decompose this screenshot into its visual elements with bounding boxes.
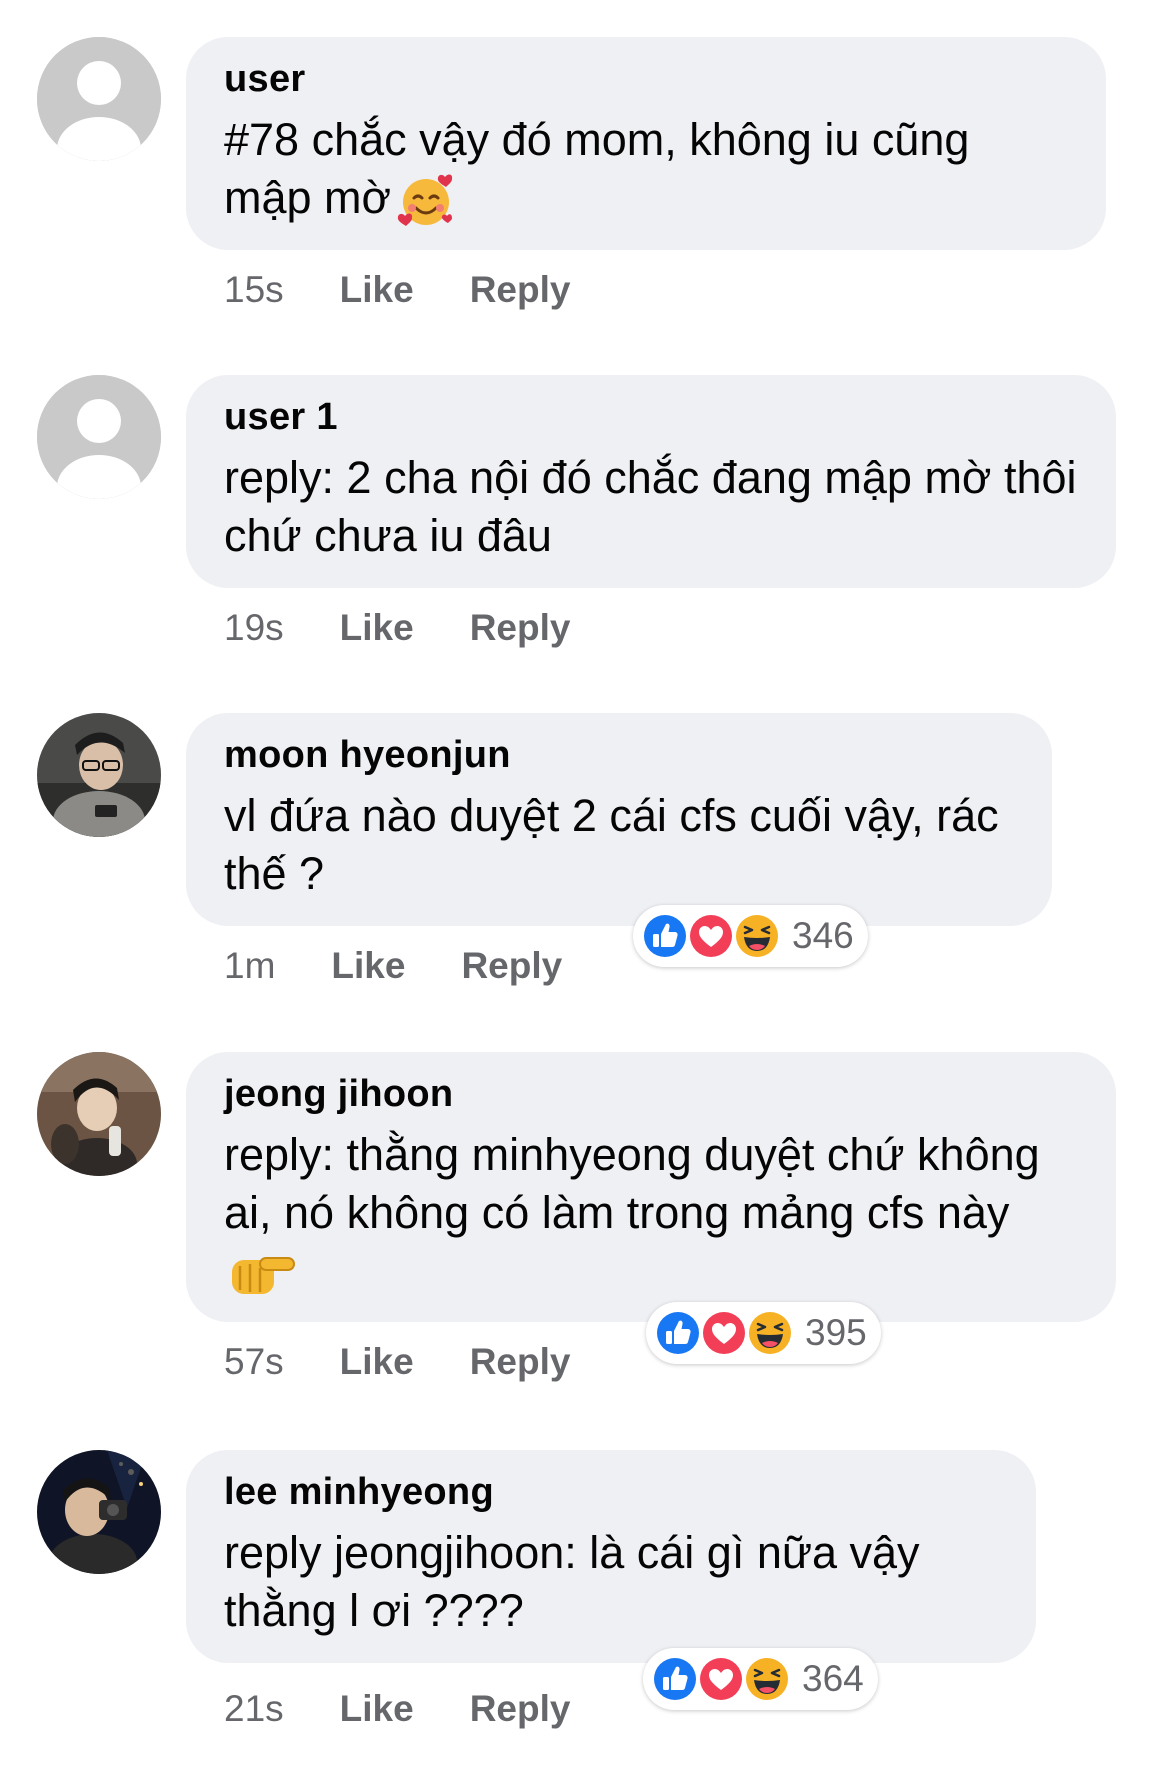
comment-text-content: reply: thằng minhyeong duyệt chứ không a… xyxy=(224,1129,1040,1238)
user-avatar[interactable] xyxy=(37,713,161,837)
reaction-count: 395 xyxy=(805,1312,867,1353)
like-button[interactable]: Like xyxy=(340,1688,414,1729)
comment-text-content: #78 chắc vậy đó mom, không iu cũng mập m… xyxy=(224,114,970,223)
love-icon xyxy=(686,911,736,961)
comment-bubble[interactable]: moon hyeonjun vl đứa nào duyệt 2 cái cfs… xyxy=(186,713,1052,926)
love-icon xyxy=(696,1654,746,1704)
comment-bubble[interactable]: lee minhyeong reply jeongjihoon: là cái … xyxy=(186,1450,1036,1663)
comment-timestamp[interactable]: 15s xyxy=(224,269,284,310)
reply-button[interactable]: Reply xyxy=(470,269,571,310)
comment-bubble[interactable]: user 1 reply: 2 cha nội đó chắc đang mập… xyxy=(186,375,1116,588)
photo-avatar-icon xyxy=(37,1450,161,1574)
comment-author[interactable]: user 1 xyxy=(224,395,1078,439)
reactions-summary[interactable]: 395 xyxy=(646,1302,881,1364)
photo-avatar-icon xyxy=(37,1052,161,1176)
user-avatar[interactable] xyxy=(37,1450,161,1574)
comment-bubble[interactable]: jeong jihoon reply: thằng minhyeong duyệ… xyxy=(186,1052,1116,1322)
user-avatar[interactable] xyxy=(37,375,161,499)
comment-author[interactable]: user xyxy=(224,57,1068,101)
like-icon xyxy=(640,911,690,961)
comment-timestamp[interactable]: 1m xyxy=(224,945,275,986)
comment-timestamp[interactable]: 19s xyxy=(224,607,284,648)
reply-button[interactable]: Reply xyxy=(470,1688,571,1729)
reactions-summary[interactable]: 346 xyxy=(633,905,868,967)
comment-bubble[interactable]: user #78 chắc vậy đó mom, không iu cũng … xyxy=(186,37,1106,250)
comment-author[interactable]: moon hyeonjun xyxy=(224,733,1014,777)
like-button[interactable]: Like xyxy=(340,1341,414,1382)
user-avatar[interactable] xyxy=(37,1052,161,1176)
comment-author[interactable]: jeong jihoon xyxy=(224,1072,1078,1116)
love-icon xyxy=(699,1308,749,1358)
default-avatar-icon xyxy=(37,375,161,499)
reactions-summary[interactable]: 364 xyxy=(643,1648,878,1710)
like-button[interactable]: Like xyxy=(340,269,414,310)
comment-text: #78 chắc vậy đó mom, không iu cũng mập m… xyxy=(224,111,1068,230)
like-icon xyxy=(650,1654,700,1704)
default-avatar-icon xyxy=(37,37,161,161)
comment-text: reply: thằng minhyeong duyệt chứ không a… xyxy=(224,1126,1078,1302)
like-icon xyxy=(653,1308,703,1358)
comment-timestamp[interactable]: 57s xyxy=(224,1341,284,1382)
comment-actions: 19s Like Reply xyxy=(224,606,570,650)
comment-text: vl đứa nào duyệt 2 cái cfs cuối vậy, rác… xyxy=(224,790,999,899)
comment-text: reply jeongjihoon: là cái gì nữa vậy thằ… xyxy=(224,1527,920,1636)
backhand-index-pointing-right-icon xyxy=(232,1257,295,1295)
photo-avatar-icon xyxy=(37,713,161,837)
comment-timestamp[interactable]: 21s xyxy=(224,1688,284,1729)
like-button[interactable]: Like xyxy=(331,945,405,986)
reply-button[interactable]: Reply xyxy=(461,945,562,986)
comment-author[interactable]: lee minhyeong xyxy=(224,1470,998,1514)
haha-icon xyxy=(745,1308,795,1358)
reaction-count: 364 xyxy=(802,1658,864,1699)
like-button[interactable]: Like xyxy=(340,607,414,648)
reply-button[interactable]: Reply xyxy=(470,1341,571,1382)
haha-icon xyxy=(742,1654,792,1704)
reaction-count: 346 xyxy=(792,915,854,956)
comment-actions: 15s Like Reply xyxy=(224,268,570,312)
comment-actions: 1m Like Reply xyxy=(224,944,562,988)
comment-actions: 21s Like Reply xyxy=(224,1687,570,1731)
smiling-face-with-hearts-icon xyxy=(397,174,453,227)
haha-icon xyxy=(732,911,782,961)
user-avatar[interactable] xyxy=(37,37,161,161)
reply-button[interactable]: Reply xyxy=(470,607,571,648)
comment-actions: 57s Like Reply xyxy=(224,1340,570,1384)
comment-text: reply: 2 cha nội đó chắc đang mập mờ thô… xyxy=(224,452,1077,561)
